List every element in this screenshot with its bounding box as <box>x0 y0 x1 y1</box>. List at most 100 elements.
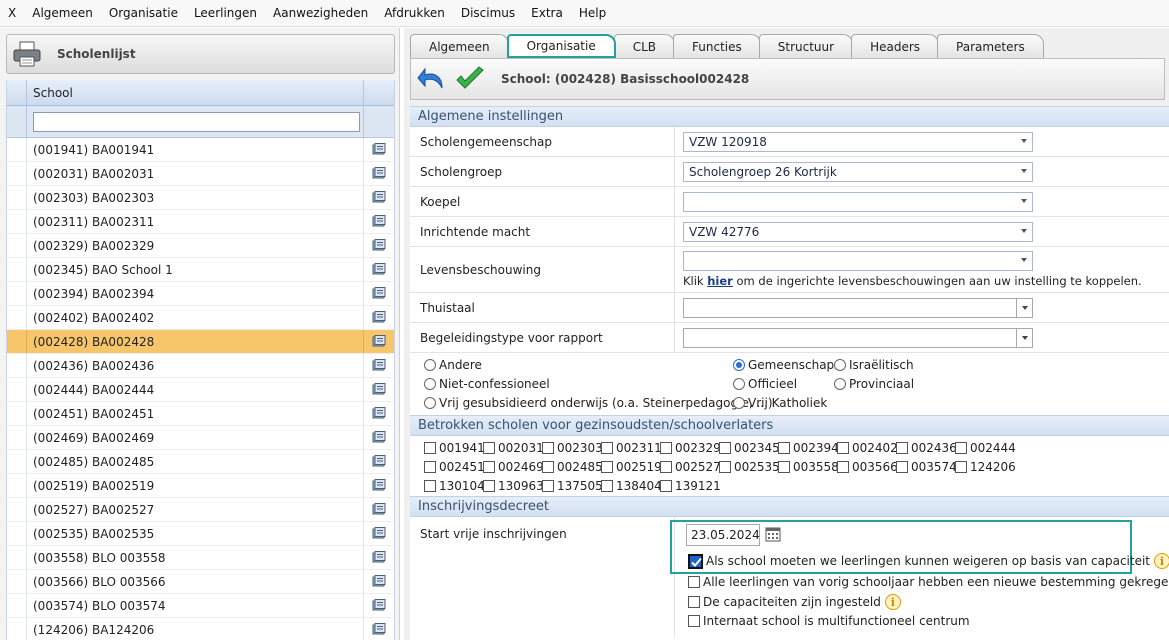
table-row[interactable]: (001941) BA001941 <box>7 138 394 162</box>
betrokken-school-checkbox[interactable]: 003566 <box>837 460 898 474</box>
save-check-icon[interactable] <box>453 62 487 96</box>
school-card-icon[interactable] <box>364 546 394 569</box>
menu-afdrukken[interactable]: Afdrukken <box>376 6 453 20</box>
menu-algemeen[interactable]: Algemeen <box>24 6 101 20</box>
checkbox-weigeren-capaciteit[interactable]: Als school moeten we leerlingen kunnen w… <box>688 553 1169 569</box>
table-row[interactable]: (002428) BA002428 <box>7 330 394 354</box>
table-row[interactable]: (002311) BA002311 <box>7 210 394 234</box>
tab-structuur[interactable]: Structuur <box>758 34 854 58</box>
school-card-icon[interactable] <box>364 450 394 473</box>
betrokken-school-checkbox[interactable]: 002444 <box>955 441 1016 455</box>
table-row[interactable]: (003558) BLO 003558 <box>7 546 394 570</box>
table-row[interactable]: (002535) BA002535 <box>7 522 394 546</box>
radio-vrij-katholiek[interactable]: Vrij Katholiek <box>733 396 827 410</box>
info-icon[interactable]: i <box>1154 553 1169 569</box>
school-card-icon[interactable] <box>364 138 394 161</box>
menu-discimus[interactable]: Discimus <box>453 6 523 20</box>
school-card-icon[interactable] <box>364 522 394 545</box>
table-row[interactable]: (002394) BA002394 <box>7 282 394 306</box>
tab-organisatie[interactable]: Organisatie <box>506 34 616 58</box>
school-card-icon[interactable] <box>364 474 394 497</box>
betrokken-school-checkbox[interactable]: 002436 <box>896 441 957 455</box>
tab-clb[interactable]: CLB <box>613 34 676 58</box>
betrokken-school-checkbox[interactable]: 138404 <box>601 479 662 493</box>
column-header-school[interactable]: School <box>27 80 364 105</box>
school-card-icon[interactable] <box>364 570 394 593</box>
radio-officieel[interactable]: Officieel <box>733 377 797 391</box>
betrokken-school-checkbox[interactable]: 001941 <box>424 441 485 455</box>
betrokken-school-checkbox[interactable]: 124206 <box>955 460 1016 474</box>
table-row[interactable]: (002345) BAO School 1 <box>7 258 394 282</box>
table-row[interactable]: (002451) BA002451 <box>7 402 394 426</box>
scholengroep-dropdown[interactable]: Scholengroep 26 Kortrijk <box>683 161 1033 182</box>
radio-provinciaal[interactable]: Provinciaal <box>834 377 914 391</box>
inrichtende-macht-dropdown[interactable]: VZW 42776 <box>683 221 1033 242</box>
betrokken-school-checkbox[interactable]: 003574 <box>896 460 957 474</box>
table-row[interactable]: (002031) BA002031 <box>7 162 394 186</box>
betrokken-school-checkbox[interactable]: 002485 <box>542 460 603 474</box>
table-row[interactable]: (003566) BLO 003566 <box>7 570 394 594</box>
betrokken-school-checkbox[interactable]: 002519 <box>601 460 662 474</box>
school-filter-input[interactable] <box>33 111 360 132</box>
scholengemeenschap-dropdown[interactable]: VZW 120918 <box>683 131 1033 152</box>
school-card-icon[interactable] <box>364 354 394 377</box>
school-card-icon[interactable] <box>364 210 394 233</box>
betrokken-school-checkbox[interactable]: 002402 <box>837 441 898 455</box>
radio-andere[interactable]: Andere <box>424 358 482 372</box>
table-row[interactable]: (002303) BA002303 <box>7 186 394 210</box>
betrokken-school-checkbox[interactable]: 130104 <box>424 479 485 493</box>
undo-icon[interactable] <box>415 62 449 96</box>
tab-headers[interactable]: Headers <box>851 34 940 58</box>
levensbeschouwing-dropdown[interactable] <box>683 251 1033 271</box>
table-row[interactable]: (002436) BA002436 <box>7 354 394 378</box>
table-row[interactable]: (002444) BA002444 <box>7 378 394 402</box>
school-card-icon[interactable] <box>364 162 394 185</box>
radio-israelitisch[interactable]: Israëlitisch <box>834 358 914 372</box>
start-date-input[interactable]: 23.05.2024 <box>686 524 760 546</box>
school-card-icon[interactable] <box>364 306 394 329</box>
betrokken-school-checkbox[interactable]: 002303 <box>542 441 603 455</box>
school-card-icon[interactable] <box>364 234 394 257</box>
table-row[interactable]: (002519) BA002519 <box>7 474 394 498</box>
school-card-icon[interactable] <box>364 282 394 305</box>
betrokken-school-checkbox[interactable]: 002451 <box>424 460 485 474</box>
betrokken-school-checkbox[interactable]: 139121 <box>660 479 721 493</box>
betrokken-school-checkbox[interactable]: 002311 <box>601 441 662 455</box>
school-card-icon[interactable] <box>364 426 394 449</box>
begeleidingstype-dropdown[interactable] <box>683 327 1033 348</box>
print-icon[interactable] <box>9 36 45 72</box>
checked-checkbox[interactable] <box>688 553 703 569</box>
betrokken-school-checkbox[interactable]: 130963 <box>483 479 544 493</box>
school-card-icon[interactable] <box>364 402 394 425</box>
koepel-dropdown[interactable] <box>683 191 1033 212</box>
chevron-down-icon[interactable] <box>1016 298 1032 317</box>
menu-aanwezigheden[interactable]: Aanwezigheden <box>265 6 376 20</box>
school-card-icon[interactable] <box>364 378 394 401</box>
betrokken-school-checkbox[interactable]: 002345 <box>719 441 780 455</box>
betrokken-school-checkbox[interactable]: 002329 <box>660 441 721 455</box>
radio-gemeenschaps[interactable]: Gemeenschaps <box>733 358 840 372</box>
table-row[interactable]: (003574) BLO 003574 <box>7 594 394 618</box>
betrokken-school-checkbox[interactable]: 137505 <box>542 479 603 493</box>
calendar-icon[interactable] <box>765 527 781 545</box>
checkbox-alle-leerlingen[interactable]: Alle leerlingen van vorig schooljaar heb… <box>688 574 1169 590</box>
school-card-icon[interactable] <box>364 498 394 521</box>
menu-leerlingen[interactable]: Leerlingen <box>186 6 265 20</box>
table-row[interactable]: (002469) BA002469 <box>7 426 394 450</box>
tab-functies[interactable]: Functies <box>673 34 761 58</box>
menu-close[interactable]: X <box>0 6 24 20</box>
chevron-down-icon[interactable] <box>1016 328 1032 347</box>
checkbox-internaat[interactable]: Internaat school is multifunctioneel cen… <box>688 614 970 628</box>
menu-organisatie[interactable]: Organisatie <box>101 6 186 20</box>
radio-niet-confessioneel[interactable]: Niet-confessioneel <box>424 377 550 391</box>
tab-algemeen[interactable]: Algemeen <box>410 34 509 58</box>
menu-extra[interactable]: Extra <box>523 6 571 20</box>
menu-help[interactable]: Help <box>571 6 614 20</box>
school-card-icon[interactable] <box>364 330 394 353</box>
betrokken-school-checkbox[interactable]: 002031 <box>483 441 544 455</box>
table-row[interactable]: (002402) BA002402 <box>7 306 394 330</box>
table-row[interactable]: (124206) BA124206 <box>7 618 394 640</box>
tab-parameters[interactable]: Parameters <box>937 34 1044 58</box>
info-icon[interactable]: i <box>884 594 901 610</box>
betrokken-school-checkbox[interactable]: 002527 <box>660 460 721 474</box>
